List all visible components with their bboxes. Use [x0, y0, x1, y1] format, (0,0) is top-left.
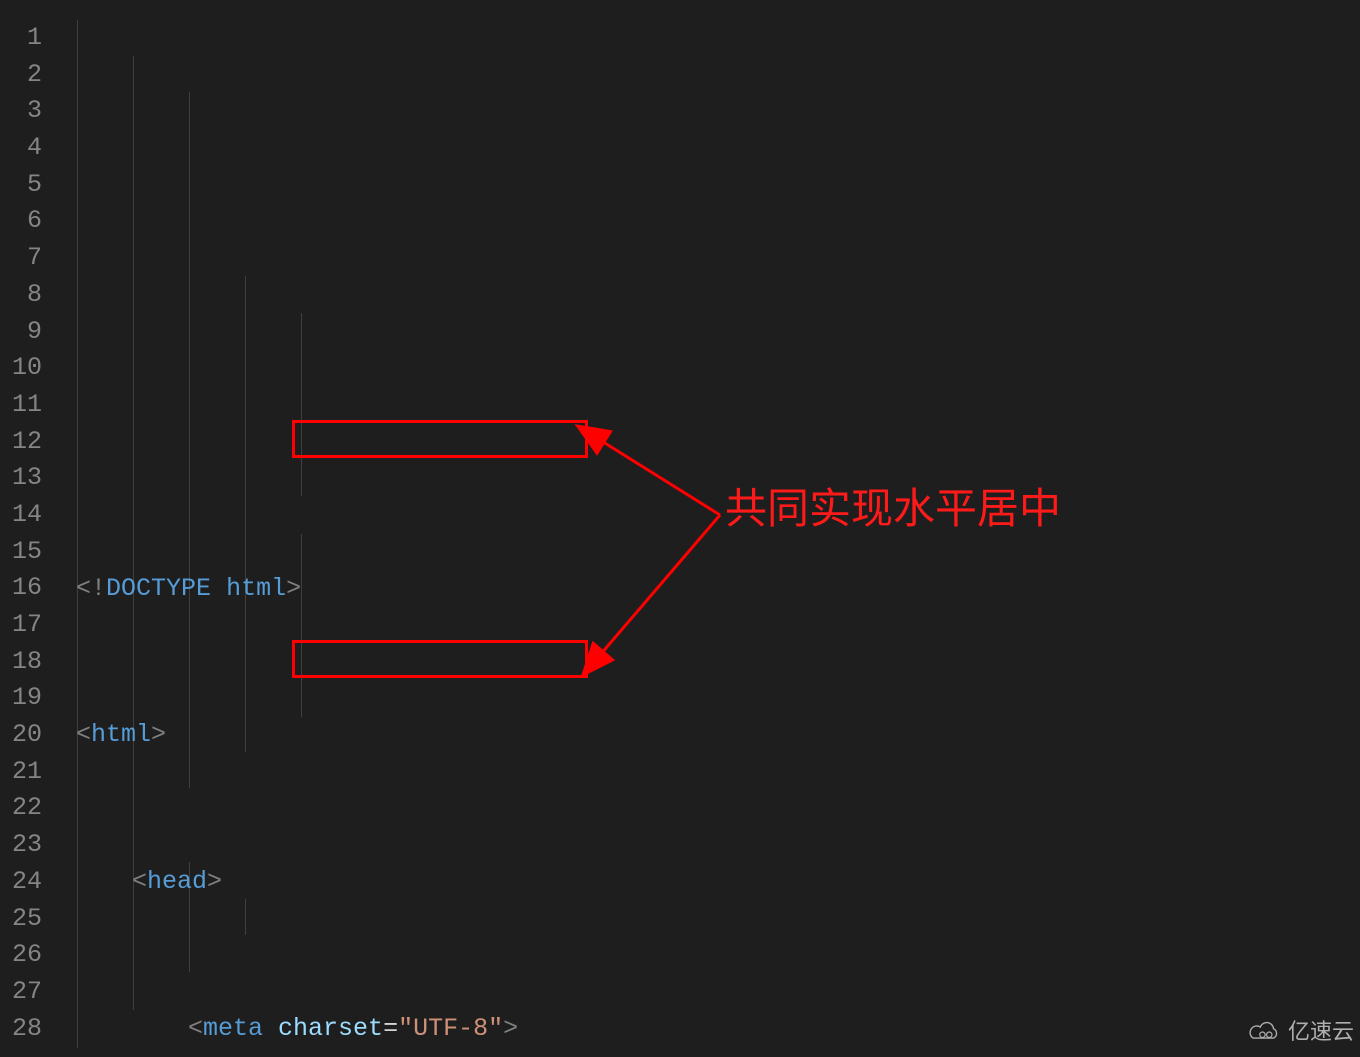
watermark: 亿速云 [1248, 1014, 1354, 1051]
code-line[interactable]: <meta charset="UTF-8"> [60, 1011, 1360, 1048]
line-number: 28 [0, 1011, 42, 1048]
line-number: 16 [0, 570, 42, 607]
line-number: 2 [0, 57, 42, 94]
line-number: 11 [0, 387, 42, 424]
line-number: 22 [0, 790, 42, 827]
line-number-gutter: 1234567891011121314151617181920212223242… [0, 0, 60, 1057]
line-number: 19 [0, 680, 42, 717]
line-number: 21 [0, 754, 42, 791]
code-editor: 1234567891011121314151617181920212223242… [0, 0, 1360, 1057]
line-number: 20 [0, 717, 42, 754]
code-line[interactable]: <html> [60, 717, 1360, 754]
line-number: 10 [0, 350, 42, 387]
code-area[interactable]: <!DOCTYPE html> <html> <head> <meta char… [60, 0, 1360, 1057]
code-line[interactable]: <!DOCTYPE html> [60, 571, 1360, 608]
annotation-highlight-box [292, 420, 588, 458]
line-number: 3 [0, 93, 42, 130]
code-line[interactable]: <head> [60, 864, 1360, 901]
line-number: 14 [0, 497, 42, 534]
line-number: 25 [0, 901, 42, 938]
line-number: 12 [0, 424, 42, 461]
line-number: 9 [0, 314, 42, 351]
line-number: 24 [0, 864, 42, 901]
line-number: 8 [0, 277, 42, 314]
line-number: 7 [0, 240, 42, 277]
line-number: 26 [0, 937, 42, 974]
line-number: 13 [0, 460, 42, 497]
line-number: 4 [0, 130, 42, 167]
line-number: 27 [0, 974, 42, 1011]
line-number: 6 [0, 203, 42, 240]
line-number: 5 [0, 167, 42, 204]
cloud-icon [1248, 1021, 1282, 1045]
line-number: 18 [0, 644, 42, 681]
line-number: 15 [0, 534, 42, 571]
line-number: 1 [0, 20, 42, 57]
line-number: 17 [0, 607, 42, 644]
line-number: 23 [0, 827, 42, 864]
